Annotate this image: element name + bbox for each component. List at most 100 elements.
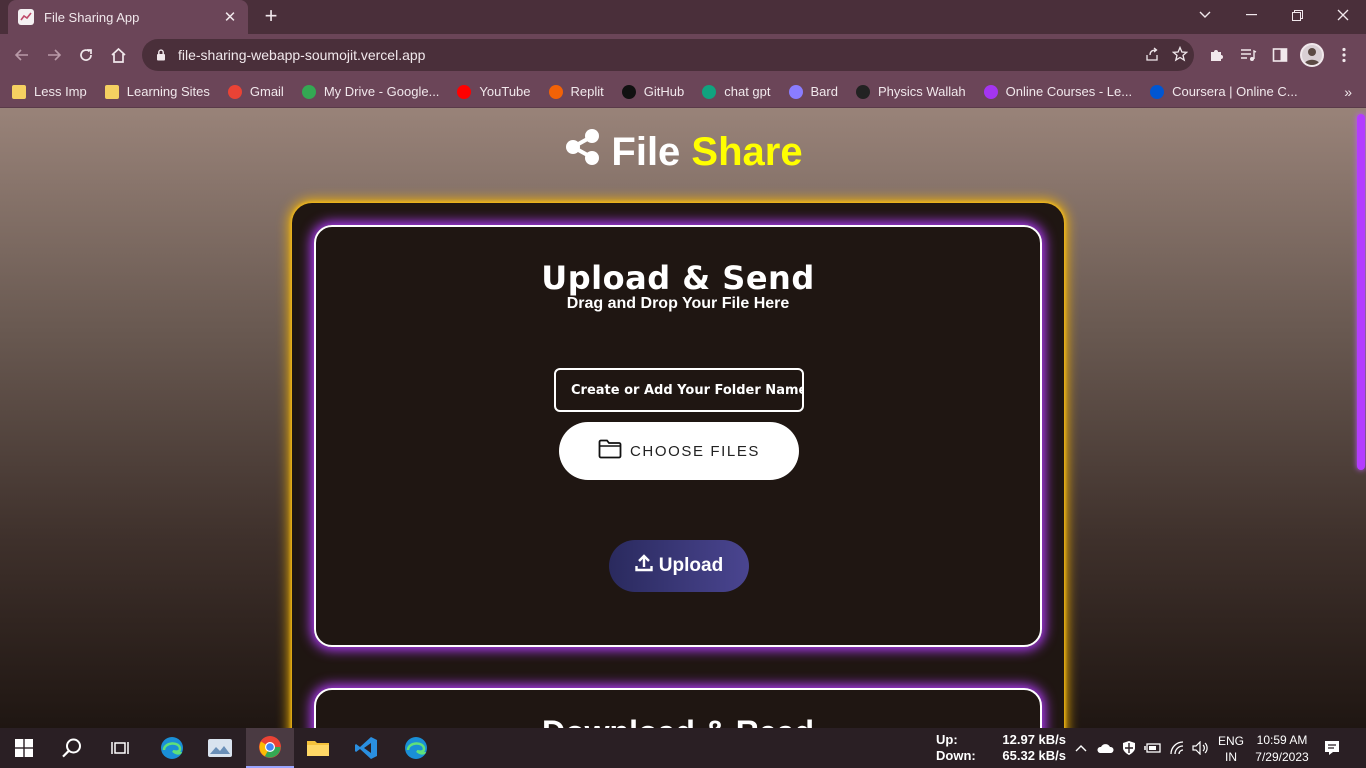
- home-icon[interactable]: [106, 43, 130, 67]
- bookmarks-overflow-icon[interactable]: »: [1344, 84, 1352, 100]
- vscode-icon[interactable]: [342, 728, 390, 768]
- bookmark-youtube[interactable]: YouTube: [457, 84, 531, 99]
- scrollbar-thumb[interactable]: [1357, 114, 1365, 470]
- chrome-icon[interactable]: [246, 728, 294, 768]
- youtube-icon: [457, 84, 472, 99]
- forward-icon[interactable]: [42, 43, 66, 67]
- bookmark-bard[interactable]: Bard: [788, 84, 838, 99]
- github-icon: [621, 84, 636, 99]
- chatgpt-icon: [702, 84, 717, 99]
- bookmark-label: Gmail: [249, 84, 284, 99]
- onedrive-icon[interactable]: [1094, 728, 1116, 768]
- download-section: Download & Read: [314, 688, 1042, 728]
- tab-close-icon[interactable]: ✕: [222, 8, 238, 26]
- start-button[interactable]: [0, 728, 48, 768]
- minimize-button[interactable]: [1228, 0, 1274, 30]
- task-view-icon[interactable]: [96, 728, 144, 768]
- edge-icon-2[interactable]: [392, 728, 440, 768]
- tab-search-chevron-icon[interactable]: [1182, 0, 1228, 30]
- lang-top: ENG: [1217, 734, 1244, 748]
- side-panel-icon[interactable]: [1268, 43, 1292, 67]
- battery-icon[interactable]: [1142, 728, 1164, 768]
- upload-subheading: Drag and Drop Your File Here: [566, 295, 790, 312]
- extensions-icon[interactable]: [1204, 43, 1228, 67]
- new-tab-button[interactable]: +: [260, 5, 282, 27]
- browser-toolbar: file-sharing-webapp-soumojit.vercel.app: [0, 34, 1366, 76]
- search-icon[interactable]: [48, 728, 96, 768]
- tray-chevron-up-icon[interactable]: [1072, 728, 1090, 768]
- brand-title: File Share: [611, 130, 802, 175]
- tab-strip: File Sharing App ✕ +: [0, 0, 1366, 34]
- bookmark-label: Physics Wallah: [877, 84, 966, 99]
- app-favicon-icon: [18, 9, 34, 25]
- upload-section: Upload & Send Drag and Drop Your File He…: [314, 225, 1042, 647]
- profile-avatar[interactable]: [1300, 43, 1324, 67]
- download-heading: Download & Read: [316, 714, 1040, 728]
- system-clock[interactable]: 10:59 AM 7/29/2023: [1252, 732, 1312, 766]
- windows-taskbar: Up: 12.97 kB/s Down: 65.32 kB/s ENG IN 10:…: [0, 728, 1366, 768]
- media-control-icon[interactable]: [1236, 43, 1260, 67]
- folder-icon: [104, 84, 119, 99]
- share-nodes-icon: [563, 128, 601, 176]
- bookmark-gmail[interactable]: Gmail: [227, 84, 284, 99]
- bookmark-chat-gpt[interactable]: chat gpt: [702, 84, 771, 99]
- security-shield-icon[interactable]: [1118, 728, 1140, 768]
- folder-name-input[interactable]: [554, 368, 804, 412]
- lock-icon[interactable]: [156, 49, 166, 61]
- bookmark-label: Learning Sites: [126, 84, 210, 99]
- bookmark-coursera-online-c[interactable]: Coursera | Online C...: [1150, 84, 1298, 99]
- photos-icon[interactable]: [196, 728, 244, 768]
- file-explorer-icon[interactable]: [294, 728, 342, 768]
- bookmark-my-drive-google[interactable]: My Drive - Google...: [301, 84, 440, 99]
- bard-icon: [788, 84, 803, 99]
- upload-icon: [635, 554, 653, 578]
- clock-time: 10:59 AM: [1256, 733, 1308, 747]
- bookmark-label: GitHub: [643, 84, 685, 99]
- pw-icon: [855, 84, 870, 99]
- folder-icon: [12, 84, 26, 99]
- bookmark-physics-wallah[interactable]: Physics Wallah: [855, 84, 966, 99]
- address-bar[interactable]: file-sharing-webapp-soumojit.vercel.app: [142, 39, 1194, 71]
- choose-files-button[interactable]: CHOOSE FILES: [559, 422, 799, 480]
- bookmark-github[interactable]: GitHub: [621, 84, 685, 99]
- more-menu-icon[interactable]: [1332, 43, 1356, 67]
- brand-title-accent: Share: [691, 129, 803, 174]
- wifi-icon[interactable]: [1166, 728, 1188, 768]
- tab-title: File Sharing App: [44, 9, 140, 25]
- upload-label: Upload: [658, 555, 724, 576]
- notification-icon[interactable]: [1318, 738, 1346, 758]
- tab-file-sharing-app[interactable]: File Sharing App ✕: [8, 0, 248, 34]
- brand-title-first: File: [611, 129, 681, 174]
- bookmark-less-imp[interactable]: Less Imp: [12, 84, 87, 99]
- page-scrollbar[interactable]: [1356, 108, 1366, 728]
- bookmark-label: Coursera | Online C...: [1172, 84, 1298, 99]
- bookmark-learning-sites[interactable]: Learning Sites: [104, 84, 210, 99]
- lang-bottom: IN: [1225, 750, 1237, 764]
- net-down-label: Down:: [936, 748, 976, 763]
- share-icon[interactable]: [1144, 46, 1160, 65]
- volume-icon[interactable]: [1190, 728, 1212, 768]
- bookmark-label: My Drive - Google...: [323, 84, 440, 99]
- edge-icon[interactable]: [148, 728, 196, 768]
- net-up-label: Up:: [936, 732, 958, 747]
- coursera-icon: [1150, 84, 1165, 99]
- page-viewport: File Share Upload & Send Drag and Drop Y…: [0, 108, 1366, 728]
- reload-icon[interactable]: [74, 43, 98, 67]
- choose-files-label: CHOOSE FILES: [629, 442, 761, 460]
- restore-button[interactable]: [1274, 0, 1320, 30]
- drive-icon: [301, 84, 316, 99]
- bookmark-online-courses-le[interactable]: Online Courses - Le...: [983, 84, 1133, 99]
- bookmark-label: Online Courses - Le...: [1005, 84, 1133, 99]
- network-speed: Up: 12.97 kB/s Down: 65.32 kB/s: [936, 732, 1066, 764]
- bookmark-star-icon[interactable]: [1171, 45, 1189, 65]
- bookmark-label: YouTube: [479, 84, 531, 99]
- bookmark-replit[interactable]: Replit: [548, 84, 604, 99]
- avatar-icon: [1300, 43, 1324, 67]
- back-icon[interactable]: [10, 43, 34, 67]
- upload-button[interactable]: Upload: [609, 540, 749, 592]
- folder-icon: [598, 439, 622, 463]
- net-up-value: 12.97 kB/s: [1002, 732, 1066, 747]
- close-window-button[interactable]: [1320, 0, 1366, 30]
- input-language[interactable]: ENG IN: [1212, 733, 1250, 765]
- url-text[interactable]: file-sharing-webapp-soumojit.vercel.app: [178, 47, 425, 63]
